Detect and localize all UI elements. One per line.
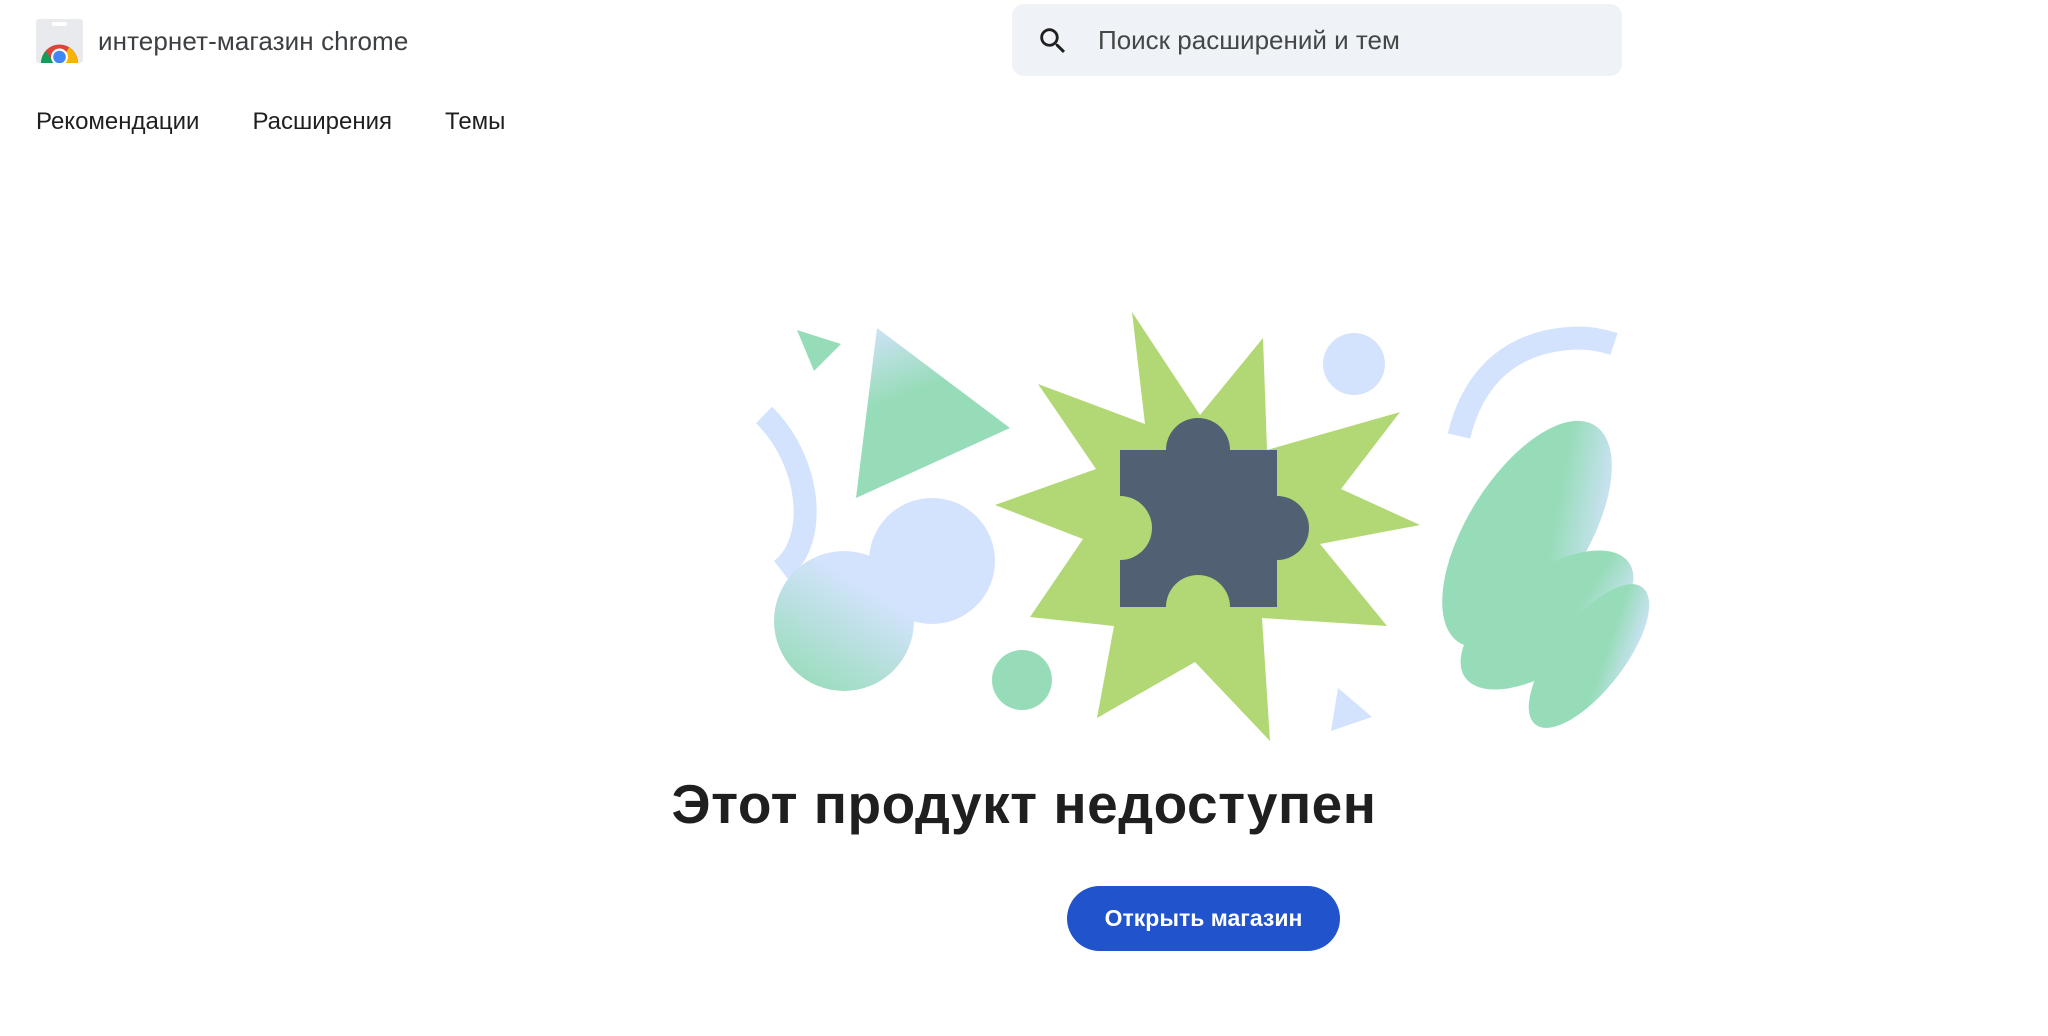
large-triangle-shape (856, 328, 1010, 498)
store-home-link[interactable]: интернет-магазин chrome (36, 19, 408, 63)
chrome-web-store-logo-icon (36, 19, 83, 63)
search-icon[interactable] (1036, 24, 1070, 58)
unavailable-illustration (740, 300, 1680, 760)
puzzle-notch-bottom (1166, 575, 1230, 639)
decorative-shapes (755, 312, 1650, 741)
puzzle-notch-left (1088, 496, 1152, 560)
store-title: интернет-магазин chrome (98, 25, 409, 56)
small-triangle-shape (797, 330, 841, 371)
nav-item-extensions[interactable]: Расширения (252, 104, 392, 140)
search-box[interactable] (1012, 4, 1622, 76)
nav-item-recommendations[interactable]: Рекомендации (36, 104, 199, 140)
page-title: Этот продукт недоступен (671, 773, 1377, 835)
gradient-circle-shape (774, 551, 914, 691)
open-store-button[interactable]: Открыть магазин (1067, 886, 1340, 951)
main-nav: Рекомендации Расширения Темы (36, 104, 558, 140)
small-blue-circle-shape (1323, 333, 1385, 395)
page: интернет-магазин chrome Рекомендации Рас… (0, 0, 2048, 1036)
small-blue-triangle-shape (1331, 688, 1372, 731)
search-input[interactable] (1098, 18, 1598, 62)
nav-item-themes[interactable]: Темы (445, 104, 505, 140)
small-green-circle-shape (992, 650, 1052, 710)
right-arc-shape (1447, 326, 1618, 439)
left-arc-shape (755, 406, 817, 580)
